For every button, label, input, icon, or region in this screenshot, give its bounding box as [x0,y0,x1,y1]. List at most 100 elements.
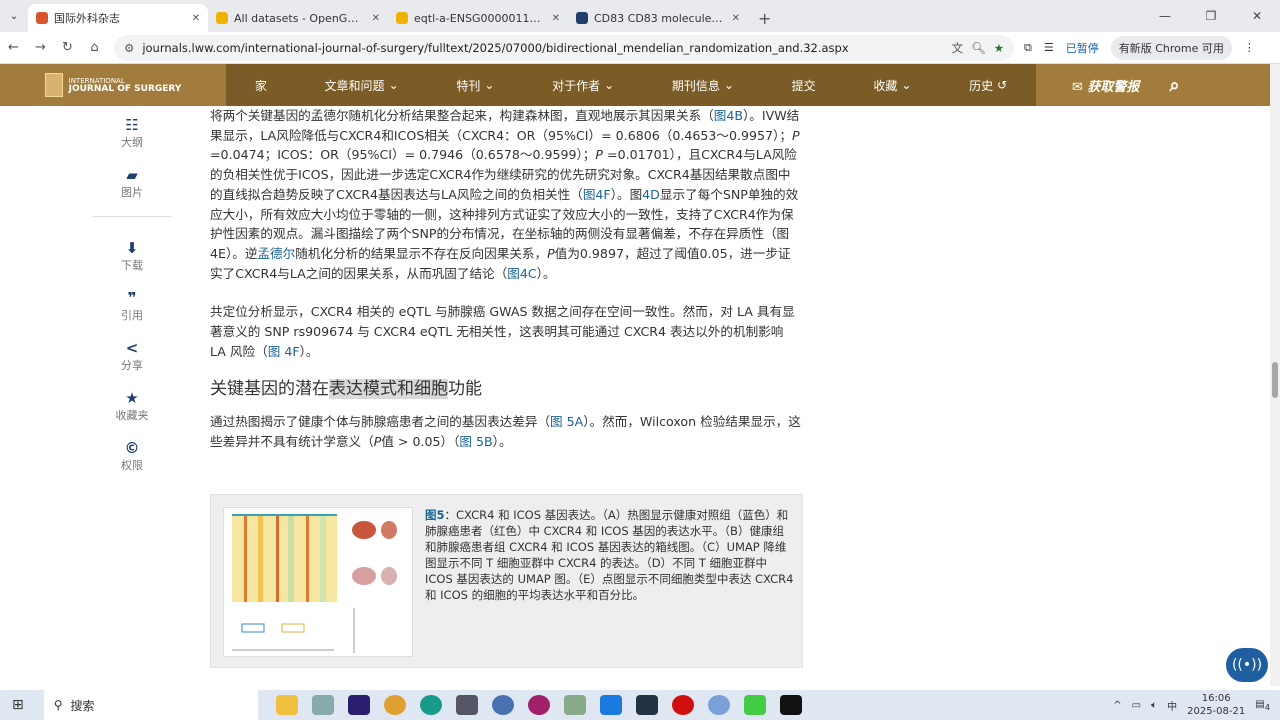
nav-item[interactable]: 提交 [792,77,816,94]
ime-icon[interactable]: 中 [1167,698,1177,713]
url-text[interactable]: journals.lww.com/international-journal-o… [142,41,943,55]
clock[interactable]: 16:06 2025-08-21 [1187,692,1245,718]
forward-icon[interactable]: → [27,40,54,55]
sidebar-item[interactable]: ❞ 引用 [100,285,164,335]
nav-item-label: 提交 [791,78,816,93]
app-icon[interactable] [455,695,478,715]
extensions-icon[interactable]: ⧉ [1024,41,1032,55]
scrollbar-thumb[interactable] [1272,362,1278,398]
logo-main-text: JOURNAL OF SURGERY [68,84,182,94]
edge-icon[interactable] [419,695,442,715]
bookmark-star-icon[interactable]: ★ [994,41,1004,55]
nav-item[interactable]: 文章和问题 ⌄ [325,77,399,94]
history-icon: ↺ [997,78,1008,92]
journal-logo[interactable]: INTERNATIONAL JOURNAL OF SURGERY [0,64,226,106]
address-bar-row: ← → ↻ ⌂ ⚙ journals.lww.com/international… [0,32,1280,64]
app-icon[interactable] [635,695,658,715]
text-segment: P [547,245,555,261]
nav-item[interactable]: 特刊 ⌄ [456,77,494,94]
sidebar-item[interactable]: ▰ 图片 [100,162,164,212]
figure-link[interactable]: 孟德尔 [257,246,295,261]
nav-item[interactable]: 收藏 ⌄ [873,77,911,94]
sidebar-item[interactable]: © 权限 [100,435,164,485]
file-explorer-icon[interactable] [275,695,298,715]
restore-button[interactable]: ❐ [1188,9,1234,23]
text-segment: ）。 [536,265,556,281]
chevron-down-icon: ⌄ [484,78,495,92]
page-scrollbar[interactable] [1270,64,1280,686]
url-field[interactable]: ⚙ journals.lww.com/international-journal… [114,34,1014,61]
r-icon[interactable] [491,695,514,715]
chrome-icon[interactable] [383,695,406,715]
browser-tab[interactable]: CD83 CD83 molecule [Homo ✕ [568,4,748,32]
volume-icon[interactable]: 🔈︎ [1151,700,1157,711]
pinned-apps [275,695,802,715]
nav-item[interactable]: 家 [255,77,267,94]
taskbar-search[interactable]: ⚲ 搜索 [43,690,258,720]
back-icon[interactable]: ← [0,40,27,55]
chrome-update-button[interactable]: 有新版 Chrome 可用 [1110,35,1232,60]
figure-link[interactable]: 4D [642,187,660,202]
figure-link[interactable]: 图4F [583,187,611,202]
sidebar-item[interactable]: < 分享 [100,335,164,385]
close-window-button[interactable]: ✕ [1234,9,1280,23]
nav-item[interactable]: 对于作者 ⌄ [552,77,614,94]
figure-link[interactable]: 图 5B [459,434,492,449]
nav-item-label: 历史 [969,78,994,93]
new-tab-button[interactable]: + [748,4,781,32]
close-tab-icon[interactable]: ✕ [732,13,740,24]
start-button[interactable]: ⊞ [0,697,36,713]
figure-link[interactable]: 图 4F [268,344,300,359]
tray-expand-icon[interactable]: ^ [1113,700,1121,711]
nav-item[interactable]: 期刊信息 ⌄ [672,77,734,94]
terminal-icon[interactable] [779,695,802,715]
tab-search-button[interactable]: ⌄ [0,0,28,32]
selected-text: 表达模式和细胞 [329,379,448,400]
nav-item[interactable]: 历史 ↺ [969,77,1007,94]
browser-tab[interactable]: 国际外科杂志 ✕ [28,4,208,32]
reload-icon[interactable]: ↻ [54,40,81,55]
close-tab-icon[interactable]: ✕ [372,13,380,24]
browser-tab[interactable]: All datasets - OpenGWAS ✕ [208,4,388,32]
nav-item-label: 收藏 [873,78,898,93]
figure-link[interactable]: 图4B [714,108,743,123]
premiere-icon[interactable] [347,695,370,715]
browser-tab[interactable]: eqtl-a-ENSG00000112149 - ✕ [388,4,568,32]
figure-5-thumbnail[interactable] [223,507,413,657]
figure-label-link[interactable]: 图5 [425,508,445,522]
tab-title: All datasets - OpenGWAS [234,11,366,25]
windows-taskbar: ⊞ ⚲ 搜索 ^ ▭ 🔈︎ 中 16:06 2025-08-21 ▤4 [0,690,1280,720]
sidebar-item[interactable]: ★ 收藏夹 [100,385,164,435]
network-icon[interactable]: ▭ [1132,700,1141,711]
zoom-icon[interactable]: 🔍︎ [971,41,986,55]
menu-icon[interactable]: ⋮ [1244,41,1255,54]
figure-link[interactable]: 图 5A [550,414,583,429]
get-alerts-button[interactable]: ✉ 获取警报 [1072,76,1139,95]
translate-icon[interactable]: 文 [952,40,964,56]
minimize-button[interactable]: — [1142,9,1188,23]
3d-app-icon[interactable] [527,695,550,715]
close-tab-icon[interactable]: ✕ [552,13,560,24]
notifications-icon[interactable]: ▤4 [1255,699,1270,712]
paragraph-expression: 通过热图揭示了健康个体与肺腺癌患者之间的基因表达差异（图 5A）。然而，Wilc… [210,412,802,451]
text-segment: 通过热图揭示了健康个体与肺腺癌患者之间的基因表达差异（ [210,414,551,430]
profile-paused-button[interactable]: 已暂停 [1066,40,1099,56]
figure-link[interactable]: 图4C [507,266,536,281]
listen-audio-button[interactable]: ((•)) [1226,648,1268,682]
sidebar-item[interactable]: ⬇ 下载 [100,235,164,285]
image-app-icon[interactable] [563,695,586,715]
app-icon[interactable] [599,695,622,715]
home-icon[interactable]: ⌂ [81,40,108,55]
reading-list-icon[interactable]: ☰ [1044,41,1054,54]
paragraph-mr-results: 将两个关键基因的孟德尔随机化分析结果整合起来，构建森林图，直观地展示其因果关系（… [210,106,802,283]
app-icon[interactable] [311,695,334,715]
favicon-icon [216,12,228,24]
rstudio-icon[interactable] [707,695,730,715]
sidebar-item[interactable]: ☷ 大纲 [100,112,164,162]
app-icon[interactable] [743,695,766,715]
search-icon[interactable]: ⌕ [1169,75,1179,96]
site-info-icon[interactable]: ⚙ [124,41,134,55]
record-icon[interactable] [671,695,694,715]
tab-title: eqtl-a-ENSG00000112149 - [414,11,546,25]
close-tab-icon[interactable]: ✕ [192,13,200,24]
